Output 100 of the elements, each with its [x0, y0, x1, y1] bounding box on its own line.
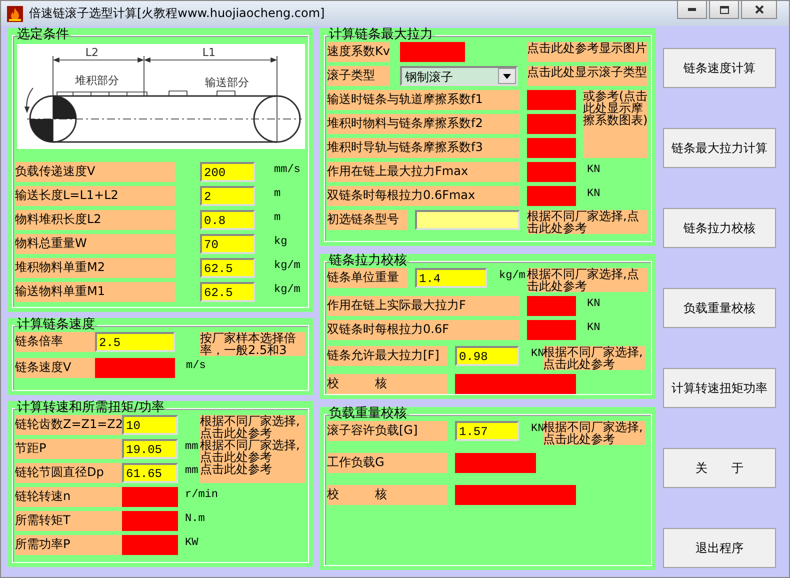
field-label: 所需转矩T: [15, 511, 121, 531]
unit-label: kg/m: [498, 269, 526, 284]
result-field: [527, 90, 576, 110]
input-field[interactable]: 1.4: [415, 268, 487, 288]
reference-link[interactable]: 根据不同厂家选择,点击此处参考: [543, 346, 645, 370]
command-button[interactable]: 负载重量校核: [663, 288, 776, 328]
input-field[interactable]: 70: [200, 234, 255, 254]
result-field: [122, 535, 178, 555]
unit-label: mm: [184, 440, 200, 455]
dimension-label: L1: [202, 46, 216, 59]
result-field: [527, 186, 576, 206]
result-field: [527, 138, 576, 158]
input-field[interactable]: 0.8: [200, 210, 255, 230]
unit-label: KW: [184, 536, 198, 551]
unit-label: m: [273, 187, 281, 202]
input-field[interactable]: 2.5: [95, 332, 175, 352]
field-label: 堆积时物料与链条摩擦系数f2: [327, 114, 520, 134]
input-field[interactable]: 19.05: [122, 439, 178, 459]
command-button[interactable]: 计算转速扭矩功率: [663, 368, 776, 408]
input-field[interactable]: 62.5: [200, 282, 255, 302]
field-label: 链轮转速n: [15, 487, 121, 507]
result-field: [527, 320, 576, 340]
field-label: 滚子容许负载[G]: [327, 421, 447, 441]
dimension-label: L2: [85, 46, 99, 59]
close-icon: [754, 5, 764, 14]
field-label: 物料堆积长度L2: [15, 210, 175, 230]
result-field: [527, 114, 576, 134]
field-label: 双链条时每根拉力0.6Fmax: [327, 186, 520, 206]
group-title: 计算转速和所需扭矩/功率: [16, 401, 166, 415]
input-field[interactable]: 62.5: [200, 258, 255, 278]
command-button[interactable]: 退出程序: [663, 528, 776, 568]
field-label: 堆积时导轨与链条摩擦系数f3: [327, 138, 520, 158]
field-label: 输送长度L=L1+L2: [15, 186, 175, 206]
unit-label: kg: [273, 235, 288, 250]
result-field: [527, 162, 576, 182]
reference-link[interactable]: 根据不同厂家选择,点击此处参考: [527, 210, 648, 234]
field-label: 作用在链上实际最大拉力F: [327, 296, 520, 316]
group-title: 计算链条速度: [16, 318, 96, 332]
unit-label: KN: [586, 321, 600, 336]
reference-link[interactable]: 或参考(点击此处显示摩擦系数图表): [583, 90, 648, 158]
field-label: 链条倍率: [15, 332, 95, 352]
input-field[interactable]: [415, 210, 520, 230]
unit-label: KN: [586, 297, 600, 312]
input-field[interactable]: 0.98: [455, 346, 519, 366]
result-field: [527, 296, 576, 316]
unit-label: kg/m: [273, 283, 300, 298]
maximize-icon: [720, 6, 728, 14]
input-field[interactable]: 61.65: [122, 463, 178, 483]
command-button[interactable]: 链条拉力校核: [663, 208, 776, 248]
field-label: 工作负载G: [327, 453, 447, 473]
reference-link[interactable]: 根据不同厂家选择,点击此处参考: [200, 415, 305, 439]
window-title: 倍速链滚子选型计算[火教程www.huojiaocheng.com]: [29, 5, 325, 22]
command-button[interactable]: 关 于: [663, 448, 776, 488]
unit-label: mm: [184, 464, 200, 479]
field-label: 物料总重量W: [15, 234, 175, 254]
field-label: 堆积物料单重M2: [15, 258, 175, 278]
command-button[interactable]: 链条速度计算: [663, 48, 776, 88]
unit-label: KN: [586, 187, 600, 202]
field-label: 节距P: [15, 439, 121, 459]
unit-label: kg/m: [273, 259, 300, 274]
reference-link[interactable]: 根据不同厂家选择,点击此处参考: [527, 268, 648, 292]
unit-label: m/s: [185, 359, 206, 374]
reference-link[interactable]: 按厂家样本选择倍率，一般2.5和3: [200, 332, 305, 356]
input-field[interactable]: 2: [200, 186, 255, 206]
unit-label: m: [273, 211, 281, 226]
field-label: 输送物料单重M1: [15, 282, 175, 302]
section-label: 堆积部分: [75, 74, 119, 87]
input-field[interactable]: 200: [200, 162, 255, 182]
result-field: [400, 42, 465, 62]
group-title: 负载重量校核: [328, 407, 408, 421]
field-label: 初选链条型号: [327, 210, 408, 230]
minimize-button[interactable]: [677, 1, 707, 19]
field-label: 链条允许最大拉力[F]: [327, 346, 447, 366]
minimize-icon: [688, 8, 696, 11]
input-field[interactable]: 1.57: [455, 421, 519, 441]
field-label: 双链条时每根拉力0.6F: [327, 320, 520, 340]
reference-link[interactable]: 根据不同厂家选择,点击此处参考: [543, 421, 645, 445]
group-title: 计算链条最大拉力: [328, 28, 434, 42]
result-field: [122, 511, 178, 531]
unit-label: mm/s: [273, 163, 300, 178]
section-label: 输送部分: [205, 76, 249, 89]
field-label: 输送时链条与轨道摩擦系数f1: [327, 90, 520, 110]
unit-label: KN: [586, 163, 600, 178]
unit-label: N.m: [184, 512, 205, 527]
dropdown-arrow-icon: [503, 74, 511, 78]
field-label: 滚子类型: [327, 66, 390, 86]
field-label: 链轮节圆直径Dp: [15, 463, 121, 483]
dropdown[interactable]: 钢制滚子: [400, 66, 518, 86]
group-title: 选定条件: [16, 28, 70, 42]
reference-link[interactable]: 根据不同厂家选择,点击此处参考: [200, 439, 305, 463]
reference-link[interactable]: 点击此处显示滚子类型: [527, 66, 648, 86]
close-button[interactable]: [741, 1, 777, 19]
maximize-button[interactable]: [709, 1, 739, 19]
reference-link[interactable]: 点击此处参考显示图片: [527, 42, 648, 62]
input-field[interactable]: 10: [122, 415, 178, 435]
reference-link[interactable]: 点击此处参考: [200, 463, 305, 483]
command-button[interactable]: 链条最大拉力计算: [663, 128, 776, 168]
field-label: 链条速度V: [15, 358, 95, 378]
field-label: 负载传递速度V: [15, 162, 175, 182]
field-label: 作用在链上最大拉力Fmax: [327, 162, 520, 182]
